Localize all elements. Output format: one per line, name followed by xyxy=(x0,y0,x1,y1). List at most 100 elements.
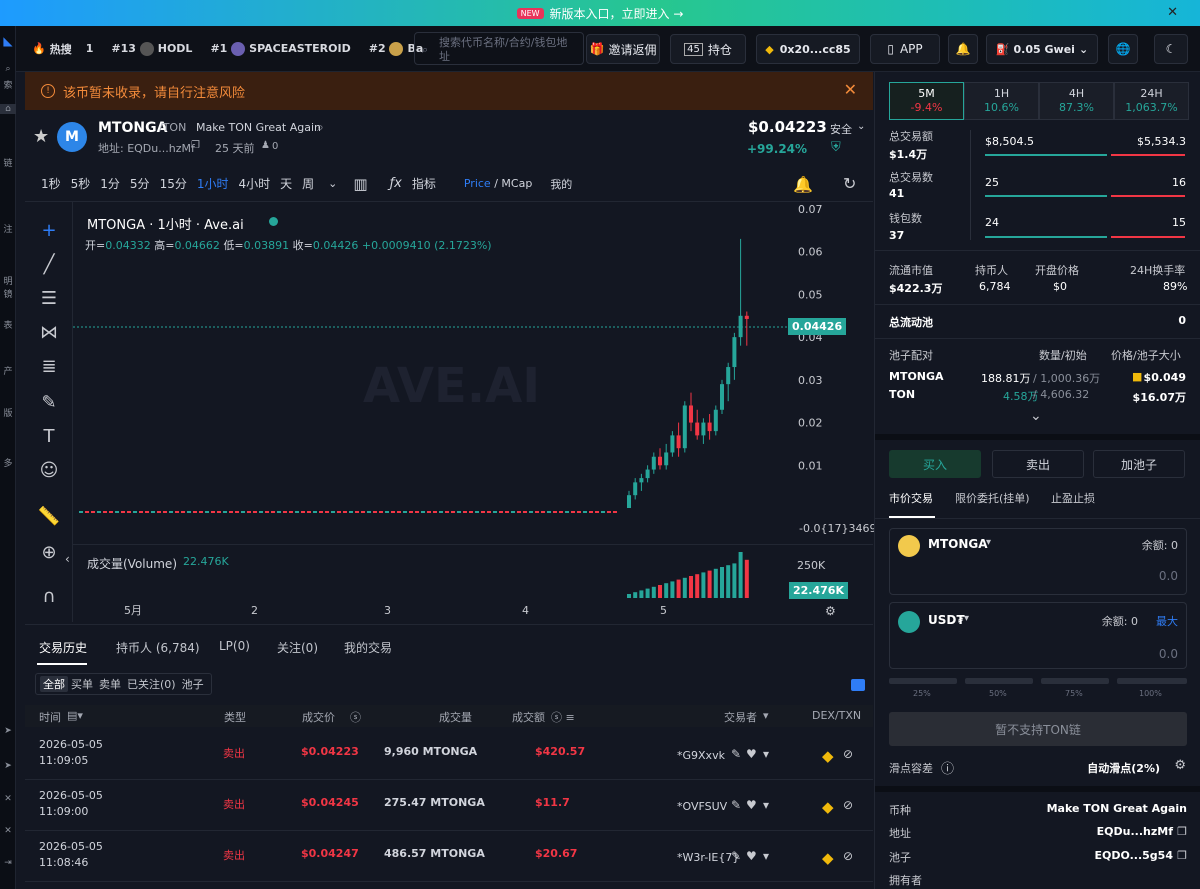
tab-trade-history[interactable]: 交易历史 xyxy=(39,639,87,656)
banner-text[interactable]: 新版本入口，立即进入 → xyxy=(550,5,684,22)
tf-1s[interactable]: 1秒 xyxy=(41,175,61,192)
tf-day[interactable]: 天 xyxy=(280,175,292,192)
hot-item[interactable]: #13 HODL xyxy=(111,41,192,56)
hot-search[interactable]: 🔥 热搜 1 xyxy=(32,41,93,57)
top-banner[interactable]: NEW 新版本入口，立即进入 → ✕ xyxy=(0,0,1200,26)
order-tab-limit[interactable]: 限价委托(挂单) xyxy=(955,490,1030,506)
period-24h[interactable]: 24H 1,063.7% xyxy=(1114,82,1189,120)
from-token[interactable]: MTONGA xyxy=(928,537,988,551)
chevron-left-icon[interactable]: ‹ xyxy=(65,552,70,566)
chevron-down-icon[interactable]: ⌄ xyxy=(328,177,337,190)
table-row[interactable]: 2026-05-05 11:09:00 卖出 $0.04245 275.47 MTONG… xyxy=(25,780,873,831)
sidebar-label-search[interactable]: 索 xyxy=(0,78,16,91)
moon-icon[interactable]: ☾ xyxy=(1154,34,1188,64)
period-1h[interactable]: 1H 10.6% xyxy=(964,82,1039,120)
col-price[interactable]: 成交价 xyxy=(302,709,335,725)
edit-icon[interactable]: ✎ xyxy=(731,798,741,812)
table-row[interactable]: 2026-05-05 11:08:46 卖出 $0.04247 486.57 MTONG… xyxy=(25,831,873,882)
heart-icon[interactable]: ♥ xyxy=(746,747,757,761)
sidebar-label-asset[interactable]: 产 xyxy=(0,364,16,377)
search-icon[interactable]: ⌕ xyxy=(317,120,324,135)
home-icon[interactable]: ⌂ xyxy=(0,104,16,114)
period-5m[interactable]: 5M -9.4% xyxy=(889,82,964,120)
pattern-icon[interactable]: ⋈ xyxy=(35,322,63,343)
from-amount[interactable]: 0.0 xyxy=(1159,569,1178,583)
tab-lp[interactable]: LP(0) xyxy=(219,639,250,653)
info-value[interactable]: EQDO...5g54 xyxy=(1095,849,1173,862)
emoji-icon[interactable]: ☺ xyxy=(35,460,63,481)
pct-50[interactable]: 50% xyxy=(989,689,1007,698)
sidebar-label-more[interactable]: 多 xyxy=(0,456,16,469)
col-time[interactable]: 时间 xyxy=(39,709,61,725)
token-address[interactable]: 地址: EQDu...hzMf xyxy=(98,140,195,156)
price-mcap-toggle[interactable]: Price / MCap xyxy=(464,177,532,190)
telegram-icon[interactable]: ➤ xyxy=(0,726,16,736)
filter-icon[interactable]: ▾ xyxy=(763,798,769,812)
zoom-icon[interactable]: ⊕ xyxy=(35,542,63,563)
col-type[interactable]: 类型 xyxy=(224,709,246,725)
slippage-value[interactable]: 自动滑点(2%) xyxy=(1087,760,1160,776)
info-value[interactable]: EQDu...hzMf xyxy=(1097,825,1173,838)
link-icon[interactable]: ⊘ xyxy=(843,747,853,761)
filter-icon[interactable]: ▾ xyxy=(763,849,769,863)
tf-1h[interactable]: 1小时 xyxy=(197,175,229,192)
pct-slot[interactable] xyxy=(889,678,957,684)
bnb-icon[interactable]: ◆ xyxy=(822,849,834,867)
x-icon-2[interactable]: ✕ xyxy=(0,826,16,836)
search-icon[interactable]: ⌕ xyxy=(0,64,16,74)
order-tab-market[interactable]: 市价交易 xyxy=(889,490,933,506)
col-trader[interactable]: 交易者 xyxy=(724,709,757,725)
from-amount-field[interactable]: MTONGA ▾ 余额: 0 0.0 xyxy=(889,528,1187,595)
filter-icon[interactable]: ▾ xyxy=(763,709,769,722)
safety-label[interactable]: 安全 xyxy=(830,121,852,137)
bnb-icon[interactable]: ◆ xyxy=(822,747,834,765)
sort-icon[interactable]: ⓢ ≡ xyxy=(551,709,575,725)
text-icon[interactable]: T xyxy=(35,426,63,447)
candle-type-icon[interactable]: ▥ xyxy=(353,175,367,193)
tab-holders[interactable]: 持币人 (6,784) xyxy=(116,639,200,656)
star-icon[interactable]: ★ xyxy=(33,126,49,147)
filter-icon[interactable]: ▾ xyxy=(763,747,769,761)
pct-25[interactable]: 25% xyxy=(913,689,931,698)
indicators-button[interactable]: 指标 xyxy=(412,175,436,192)
sell-tab[interactable]: 卖出 xyxy=(992,450,1084,478)
edit-icon[interactable]: ✎ xyxy=(731,747,741,761)
tab-follow[interactable]: 关注(0) xyxy=(277,639,318,656)
table-row[interactable]: 2026-05-05 11:09:05 卖出 $0.04223 9,960 MTONGA… xyxy=(25,729,873,780)
filter-icon[interactable]: ▤▾ xyxy=(67,709,83,722)
invite-button[interactable]: 🎁 邀请返佣 xyxy=(586,34,660,64)
pct-100[interactable]: 100% xyxy=(1139,689,1162,698)
chart-toggle-icon[interactable] xyxy=(851,679,865,691)
ruler-icon[interactable]: 📏 xyxy=(35,506,63,527)
holdings-button[interactable]: 45 持仓 xyxy=(670,34,746,64)
edit-icon[interactable]: ✎ xyxy=(731,849,741,863)
globe-icon[interactable]: 🌐 xyxy=(1108,34,1138,64)
pct-75[interactable]: 75% xyxy=(1065,689,1083,698)
search-input[interactable]: ⌕ 搜索代币名称/合约/钱包地址 xyxy=(414,32,584,65)
sidebar-label-mirror[interactable]: 明镜 xyxy=(0,274,16,300)
x-icon[interactable]: ✕ xyxy=(0,794,16,804)
hot-item[interactable]: #1 SPACEASTEROID xyxy=(210,41,351,56)
close-icon[interactable]: ✕ xyxy=(1167,5,1178,20)
sidebar-label-table[interactable]: 表 xyxy=(0,318,16,331)
bnb-icon[interactable]: ◆ xyxy=(822,798,834,816)
telegram-icon-2[interactable]: ➤ xyxy=(0,761,16,771)
app-button[interactable]: ▯ APP xyxy=(870,34,940,64)
pct-slot[interactable] xyxy=(1041,678,1109,684)
chevron-down-icon[interactable]: ▾ xyxy=(964,613,969,624)
brush-icon[interactable]: ✎ xyxy=(35,392,63,413)
sidebar-label-follow[interactable]: 注 xyxy=(0,222,16,235)
heart-icon[interactable]: ♥ xyxy=(746,849,757,863)
col-dex[interactable]: DEX/TXN xyxy=(812,709,861,722)
link-icon[interactable]: ⊘ xyxy=(843,849,853,863)
to-amount[interactable]: 0.0 xyxy=(1159,647,1178,661)
tab-my-trades[interactable]: 我的交易 xyxy=(344,639,392,656)
collapse-icon[interactable]: ⇥ xyxy=(0,858,16,868)
gas-button[interactable]: ⛽ 0.05 Gwei ⌄ xyxy=(986,34,1098,64)
tf-5m[interactable]: 5分 xyxy=(130,175,150,192)
sidebar-label-chain[interactable]: 链 xyxy=(0,156,16,169)
filter-pool[interactable]: 池子 xyxy=(179,676,207,692)
copy-icon[interactable]: ❐ xyxy=(1177,849,1187,862)
trendline-icon[interactable]: ╱ xyxy=(35,254,63,275)
to-amount-field[interactable]: USD₮ ▾ 余额: 0 最大 0.0 xyxy=(889,602,1187,669)
